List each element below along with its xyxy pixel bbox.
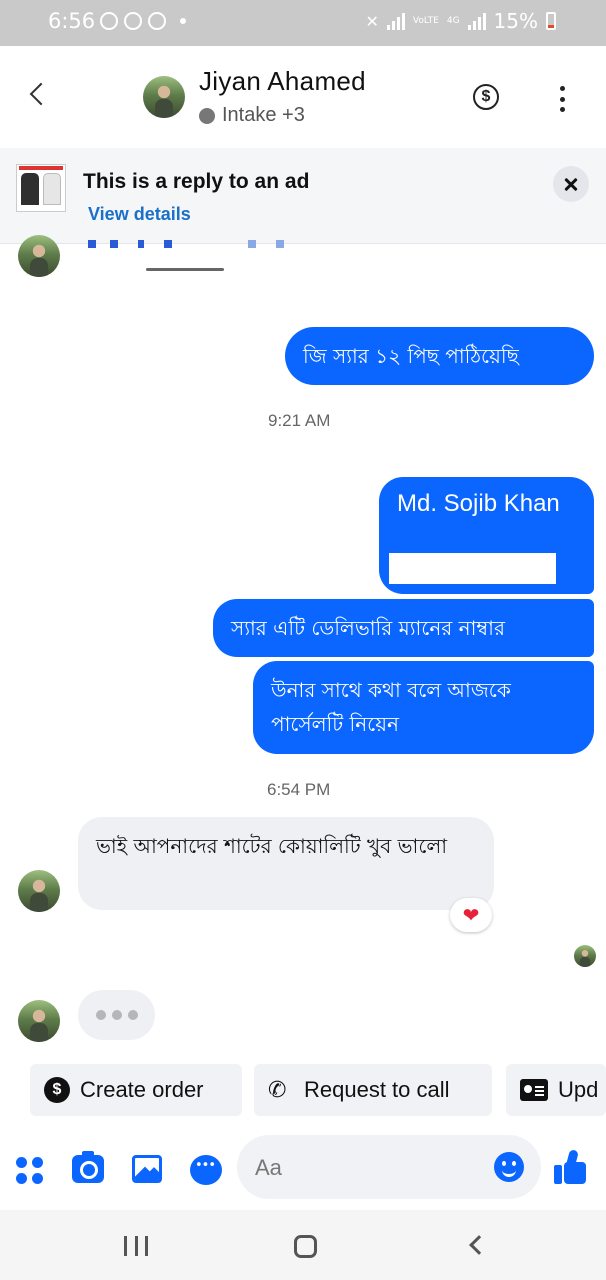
system-status-icons: ✕ VoLTE 4G 15%	[365, 9, 556, 33]
dollar-icon: $	[44, 1077, 70, 1103]
request-to-call-button[interactable]: ✆ Request to call	[254, 1064, 492, 1116]
messenger-chat-screen: 6:56 ✕ VoLTE 4G 15% Jiyan Ahamed Intake …	[0, 0, 606, 1280]
message-timestamp: 9:21 AM	[268, 411, 331, 430]
close-icon[interactable]	[553, 166, 589, 202]
contact-labels[interactable]: Intake +3	[199, 104, 305, 127]
outgoing-message[interactable]: স্যার এটি ডেলিভারি ম্যানের নাম্বার	[213, 599, 594, 657]
divider	[146, 268, 224, 271]
status-time: 6:56	[48, 9, 96, 33]
apps-grid-icon[interactable]	[16, 1157, 44, 1185]
redacted-phone-number	[389, 553, 556, 584]
typing-indicator	[78, 990, 155, 1040]
notification-icons	[100, 12, 186, 30]
thumbs-up-icon[interactable]	[554, 1149, 588, 1186]
seen-receipt-avatar	[574, 945, 596, 967]
ad-banner-title: This is a reply to an ad	[83, 170, 310, 193]
contact-avatar[interactable]	[143, 76, 185, 118]
message-timestamp: 6:54 PM	[267, 780, 331, 799]
messenger-notification-icon	[100, 12, 118, 30]
contact-avatar-small	[18, 235, 60, 277]
gallery-icon[interactable]	[132, 1155, 162, 1183]
create-order-button[interactable]: $ Create order	[30, 1064, 242, 1116]
dollar-icon[interactable]: $	[473, 84, 499, 110]
ad-reply-banner: This is a reply to an ad View details	[0, 148, 606, 244]
contact-avatar-small[interactable]	[18, 870, 60, 912]
phone-plus-icon: ✆	[268, 1077, 287, 1102]
emoji-icon[interactable]	[494, 1152, 524, 1182]
message-text: Md. Sojib Khan	[397, 490, 560, 517]
message-input-placeholder: Aa	[255, 1155, 282, 1180]
ad-thumbnail[interactable]	[16, 164, 66, 212]
signal-icon	[386, 12, 405, 30]
create-order-label: Create order	[80, 1077, 204, 1102]
sync-notification-icon	[124, 12, 142, 30]
partial-message-content	[80, 240, 290, 250]
outgoing-message[interactable]: Md. Sojib Khan	[379, 477, 594, 594]
network-label: 4G	[446, 15, 460, 26]
contact-avatar-small	[18, 1000, 60, 1042]
camera-icon[interactable]	[72, 1151, 104, 1183]
vibrate-icon: ✕	[365, 11, 379, 31]
outgoing-message[interactable]: উনার সাথে কথা বলে আজকে পার্সেলটি নিয়েন	[253, 661, 594, 754]
saved-replies-icon[interactable]	[190, 1155, 222, 1185]
back-chevron-icon[interactable]	[29, 82, 53, 106]
contact-card-icon	[520, 1079, 548, 1101]
outgoing-message[interactable]: জি স্যার ১২ পিছ পাঠিয়েছি	[285, 327, 594, 385]
status-bar: 6:56 ✕ VoLTE 4G 15%	[0, 0, 606, 46]
home-icon[interactable]	[294, 1235, 317, 1258]
more-options-icon[interactable]	[558, 86, 566, 112]
incoming-message[interactable]: ভাই আপনাদের শাটের কোয়ালিটি খুব ভালো	[78, 817, 494, 910]
conversation-header: Jiyan Ahamed Intake +3 $	[0, 46, 606, 148]
update-label: Upd	[558, 1077, 599, 1102]
battery-percent: 15%	[493, 9, 538, 33]
volte-label: VoLTE	[412, 15, 439, 26]
request-to-call-label: Request to call	[304, 1077, 450, 1102]
update-button[interactable]: Upd	[506, 1064, 606, 1116]
message-input[interactable]: Aa	[237, 1135, 541, 1199]
more-notifications-dot-icon	[180, 18, 186, 24]
contact-name[interactable]: Jiyan Ahamed	[199, 66, 366, 97]
signal-2-icon	[467, 12, 486, 30]
data-saver-icon	[148, 12, 166, 30]
recents-icon[interactable]	[124, 1236, 148, 1256]
heart-reaction-icon[interactable]: ❤	[450, 898, 492, 932]
label-dot-icon	[199, 107, 215, 124]
battery-icon	[546, 12, 556, 30]
view-details-link[interactable]: View details	[88, 204, 191, 225]
label-text: Intake +3	[222, 104, 305, 126]
